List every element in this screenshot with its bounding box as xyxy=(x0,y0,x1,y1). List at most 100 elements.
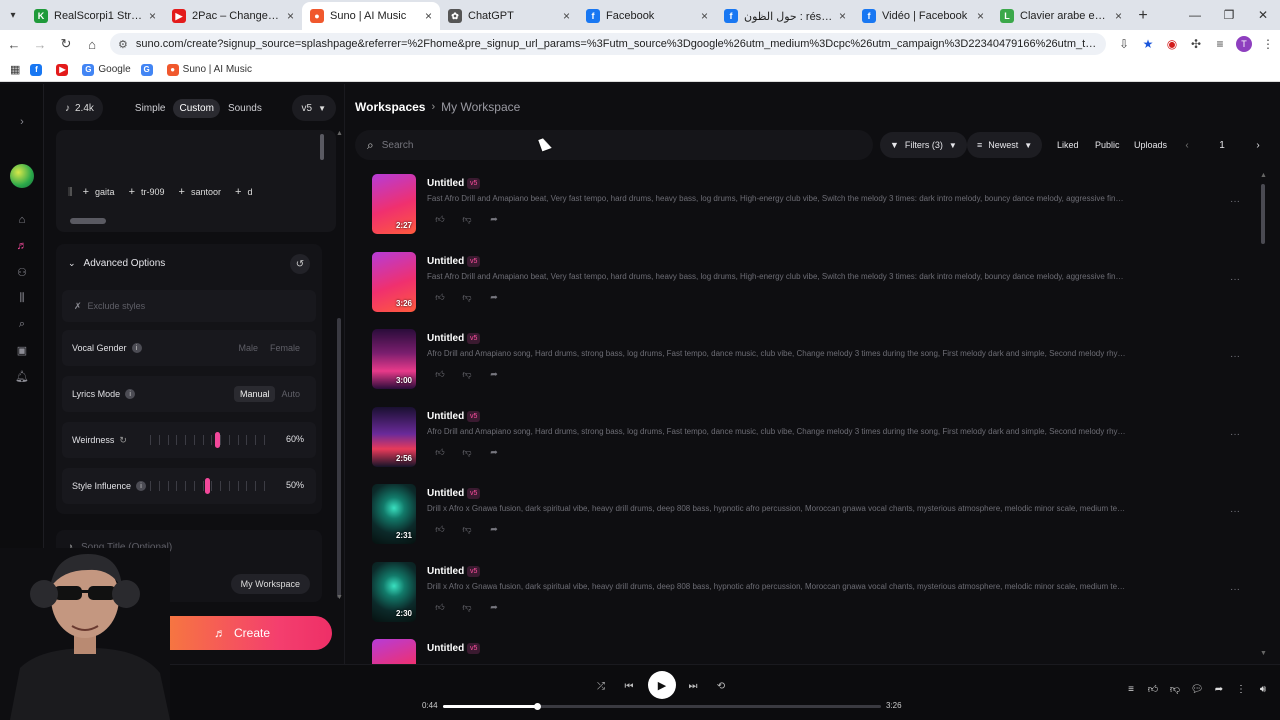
volume-icon[interactable]: 🔊︎ xyxy=(1252,683,1274,695)
like-icon[interactable]: 👍︎ xyxy=(432,369,448,380)
create-nav-icon[interactable]: ♬ xyxy=(14,238,30,254)
song-title[interactable]: Untitled xyxy=(427,178,464,189)
style-tag-chip[interactable]: + santoor xyxy=(179,186,221,198)
share-icon[interactable]: ➦ xyxy=(486,524,502,535)
bookmark-item[interactable]: ● Suno | AI Music xyxy=(166,63,252,76)
info-icon[interactable]: i xyxy=(136,481,147,491)
expand-chevron-icon[interactable]: › xyxy=(14,114,30,130)
song-cover[interactable]: 2:30 xyxy=(372,561,416,622)
song-cover[interactable]: 2:56 xyxy=(372,406,416,467)
like-icon[interactable]: 👍︎ xyxy=(1142,683,1164,695)
song-list-scrollbar[interactable] xyxy=(1260,174,1266,658)
more-options-icon[interactable]: ··· xyxy=(1230,274,1240,285)
like-icon[interactable]: 👍︎ xyxy=(432,214,448,225)
share-icon[interactable]: ➦ xyxy=(486,447,502,458)
song-cover[interactable]: 3:00 xyxy=(372,329,416,389)
dislike-icon[interactable]: 👎︎ xyxy=(459,447,475,458)
share-icon[interactable]: ➦ xyxy=(486,292,502,303)
song-cover[interactable]: 2:27 xyxy=(372,174,416,234)
tab-search-icon[interactable]: ▾ xyxy=(0,0,26,30)
close-tab-icon[interactable]: × xyxy=(839,9,846,23)
browser-tab[interactable]: K RealScorpi1 Stream - Wa × xyxy=(26,2,164,30)
scroll-down-icon[interactable]: ▼ xyxy=(1260,650,1267,657)
extensions-icon[interactable]: ✣ xyxy=(1184,32,1208,56)
song-title[interactable]: Untitled xyxy=(427,643,464,654)
queue-icon[interactable]: ≡ xyxy=(1120,683,1142,695)
home-icon[interactable]: ⌂ xyxy=(80,32,104,56)
exclude-styles-input[interactable]: ✗ Exclude styles xyxy=(62,290,316,322)
reload-icon[interactable]: ↻ xyxy=(54,32,78,56)
browser-menu-icon[interactable]: ⋮ xyxy=(1256,32,1280,56)
model-version-select[interactable]: v5 ▼ xyxy=(291,95,336,121)
style-tag-chip[interactable]: + d xyxy=(235,186,252,198)
dislike-icon[interactable]: 👎︎ xyxy=(459,369,475,380)
mode-tab-simple[interactable]: Simple xyxy=(129,99,172,118)
song-list-scroll-thumb[interactable] xyxy=(1261,184,1265,244)
repeat-icon[interactable]: ⟲ xyxy=(710,675,732,697)
more-options-icon[interactable]: ··· xyxy=(1230,506,1240,517)
reset-icon[interactable]: ↺ xyxy=(290,254,310,274)
restore-icon[interactable]: ❐ xyxy=(1212,0,1246,30)
close-tab-icon[interactable]: × xyxy=(701,9,708,23)
close-tab-icon[interactable]: × xyxy=(1115,9,1122,23)
prev-page-icon[interactable]: ‹ xyxy=(1174,132,1200,158)
notifications-nav-icon[interactable]: 🔔︎ xyxy=(14,368,30,384)
option-female[interactable]: Female xyxy=(264,340,306,356)
option-auto[interactable]: Auto xyxy=(275,386,306,402)
dislike-icon[interactable]: 👎︎ xyxy=(459,524,475,535)
like-icon[interactable]: 👍︎ xyxy=(432,602,448,613)
tags-scrollbar[interactable] xyxy=(62,218,326,224)
filters-button[interactable]: ▼ Filters (3) ▼ xyxy=(880,132,967,158)
option-male[interactable]: Male xyxy=(232,340,264,356)
media-icon[interactable]: ≡ xyxy=(1208,32,1232,56)
mode-tab-custom[interactable]: Custom xyxy=(173,98,220,118)
style-library-icon[interactable]: ⫼ xyxy=(68,187,73,198)
panel-scrollbar[interactable]: ▲ ▼ xyxy=(336,130,343,602)
bookmark-item[interactable]: G xyxy=(140,63,157,76)
more-options-icon[interactable]: ··· xyxy=(1230,196,1240,207)
credits-badge[interactable]: ♪ 2.4k xyxy=(56,95,103,121)
scroll-up-icon[interactable]: ▲ xyxy=(336,130,343,137)
opera-icon[interactable]: ◉ xyxy=(1160,32,1184,56)
play-button[interactable]: ▶ xyxy=(648,671,676,699)
forward-icon[interactable]: → xyxy=(28,32,52,56)
mode-tab-sounds[interactable]: Sounds xyxy=(222,99,268,118)
style-tag-chip[interactable]: + gaita xyxy=(83,186,115,198)
song-row[interactable]: 2:27 Untitled v5 Fast Afro Drill and Amapia… xyxy=(372,174,1252,236)
back-icon[interactable]: ← xyxy=(2,32,26,56)
install-icon[interactable]: ⇩ xyxy=(1112,32,1136,56)
bookmark-item[interactable]: f xyxy=(30,63,46,76)
advanced-options-toggle[interactable]: ⌄ Advanced Options xyxy=(68,258,165,269)
info-icon[interactable]: i xyxy=(131,343,142,353)
close-tab-icon[interactable]: × xyxy=(149,9,156,23)
close-tab-icon[interactable]: × xyxy=(425,9,432,23)
search-input[interactable]: ⌕ Search xyxy=(355,130,873,160)
public-filter-button[interactable]: Public xyxy=(1095,132,1120,158)
liked-filter-button[interactable]: Liked xyxy=(1057,132,1079,158)
browser-tab[interactable]: ▶ 2Pac – Changes (Gnawa × xyxy=(164,2,302,30)
share-icon[interactable]: ➦ xyxy=(486,214,502,225)
explore-nav-icon[interactable]: ⚇ xyxy=(14,264,30,280)
style-scrollbar[interactable] xyxy=(320,134,324,160)
like-icon[interactable]: 👍︎ xyxy=(432,292,448,303)
apps-icon[interactable]: ▦ xyxy=(10,63,20,76)
browser-tab[interactable]: f Vidéo | Facebook × xyxy=(854,2,992,30)
hooks-nav-icon[interactable]: ▣ xyxy=(14,342,30,358)
dislike-icon[interactable]: 👎︎ xyxy=(459,292,475,303)
close-tab-icon[interactable]: × xyxy=(977,9,984,23)
like-icon[interactable]: 👍︎ xyxy=(432,524,448,535)
playback-progress[interactable] xyxy=(443,703,881,710)
sort-button[interactable]: ≡ Newest ▼ xyxy=(967,132,1043,158)
style-tag-chip[interactable]: + tr-909 xyxy=(129,186,165,198)
refresh-icon[interactable]: ↻ xyxy=(119,435,127,446)
next-page-icon[interactable]: › xyxy=(1245,132,1271,158)
tags-scroll-thumb[interactable] xyxy=(70,218,106,224)
browser-tab[interactable]: f حول الظون : résultats de × xyxy=(716,2,854,30)
song-cover[interactable]: 3:26 xyxy=(372,251,416,312)
close-tab-icon[interactable]: × xyxy=(287,9,294,23)
create-button[interactable]: ♬ Create xyxy=(152,616,332,650)
scroll-down-icon[interactable]: ▼ xyxy=(336,594,343,601)
browser-tab[interactable]: L Clavier arabe en ligne • L × xyxy=(992,2,1130,30)
previous-track-icon[interactable]: ⏮ xyxy=(618,675,640,697)
slider-handle[interactable] xyxy=(204,478,210,494)
